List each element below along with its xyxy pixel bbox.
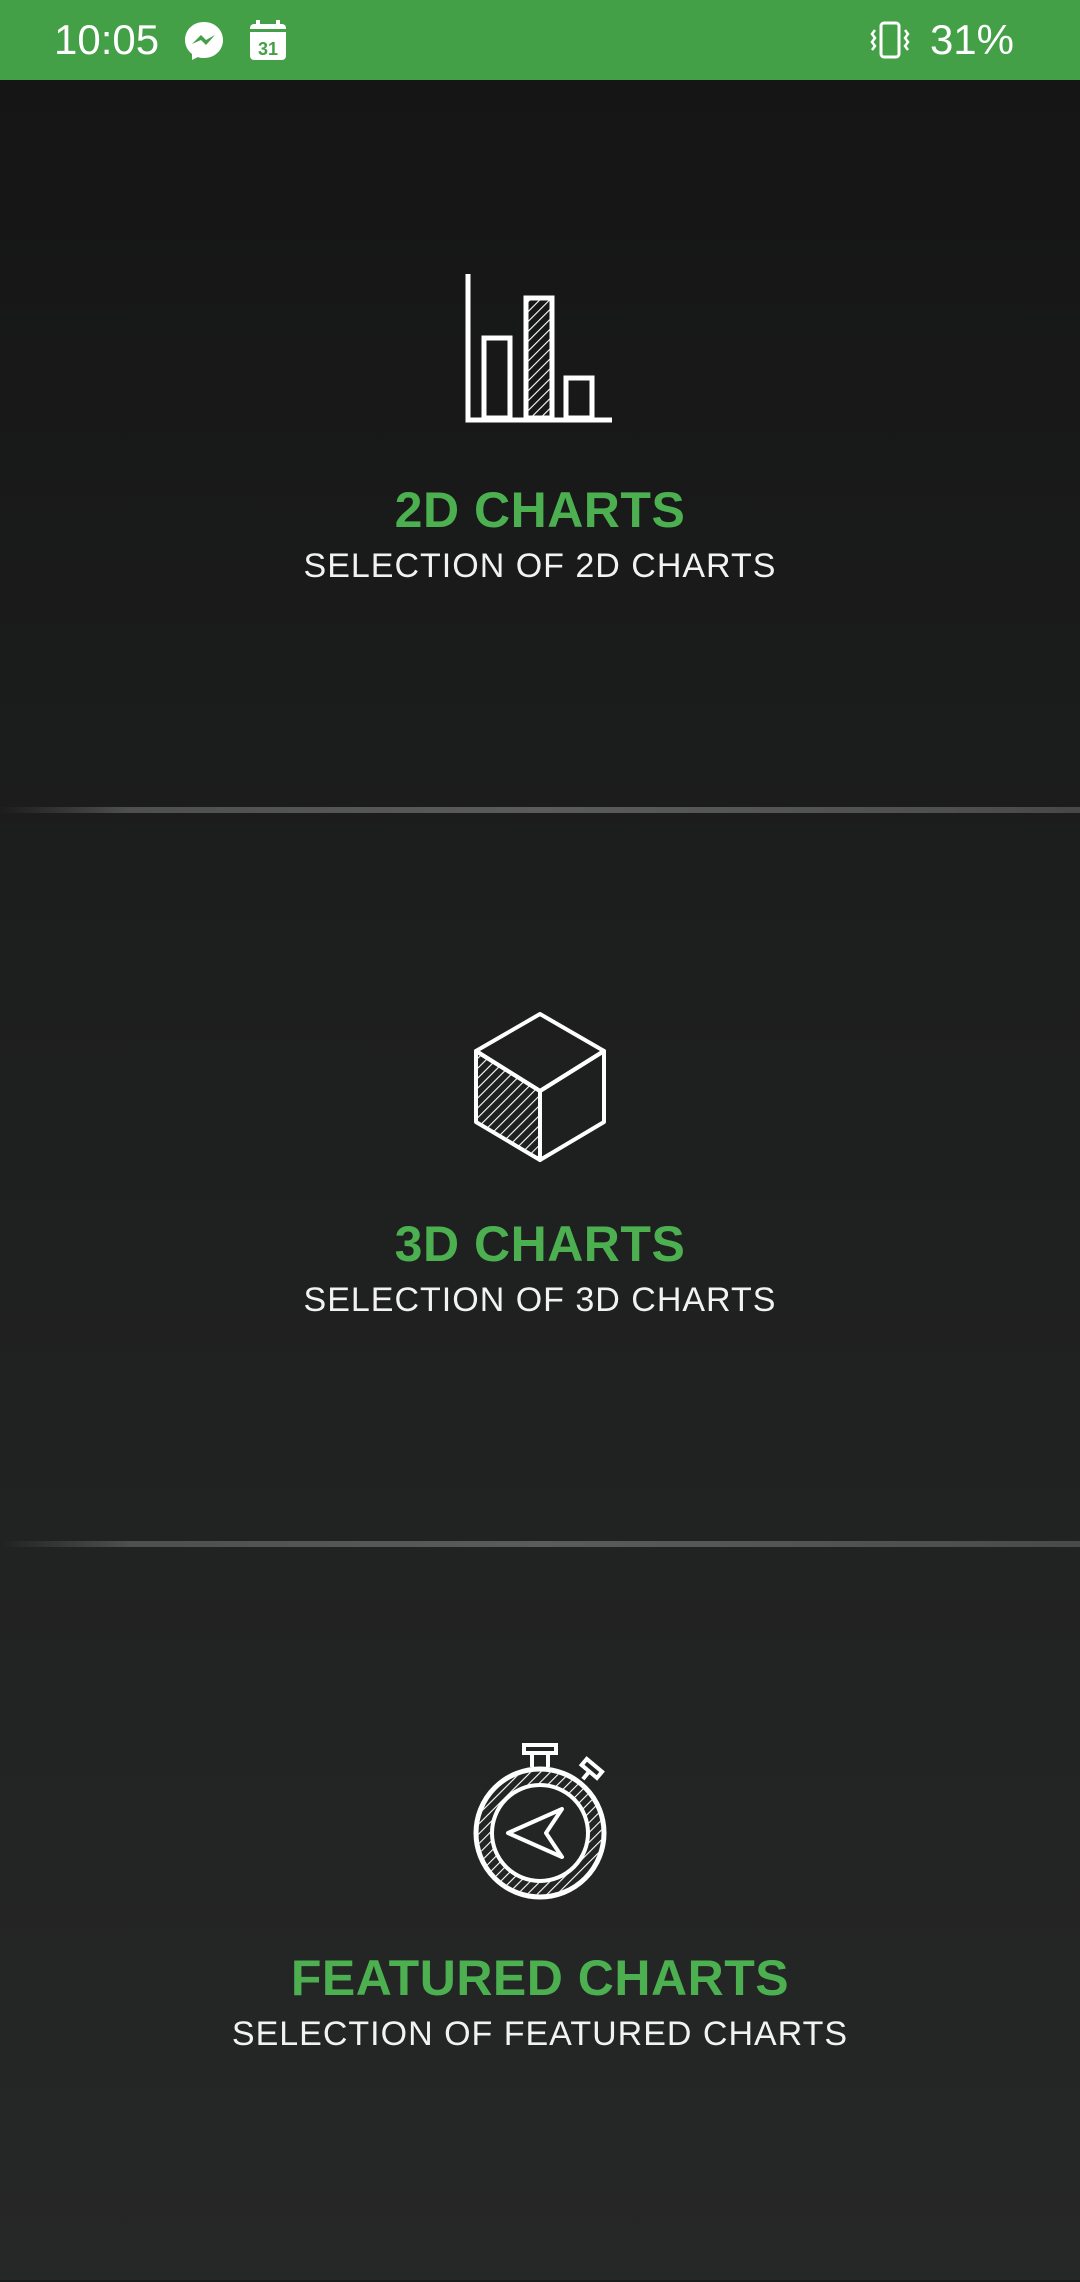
section-divider [0, 1541, 1080, 1547]
calendar-day: 31 [258, 39, 278, 59]
calendar-icon: 31 [250, 20, 286, 60]
section-title: 3D CHARTS [394, 1216, 686, 1272]
section-3d-charts[interactable]: 3D CHARTS SELECTION OF 3D CHARTS [0, 814, 1080, 1548]
section-subtitle: SELECTION OF FEATURED CHARTS [231, 2015, 849, 2053]
cube-icon [474, 1012, 606, 1162]
messenger-icon [185, 22, 223, 60]
chart-category-list: 2D CHARTS SELECTION OF 2D CHARTS 3D CHAR… [0, 80, 1080, 2280]
section-2d-charts[interactable]: 2D CHARTS SELECTION OF 2D CHARTS [0, 80, 1080, 814]
stopwatch-icon [473, 1743, 607, 1900]
status-time: 10:05 [54, 16, 160, 63]
status-bar: 10:05 31 31% [0, 0, 1080, 80]
section-divider [0, 807, 1080, 813]
section-title: 2D CHARTS [394, 482, 686, 538]
battery-percentage: 31% [929, 16, 1014, 63]
section-subtitle: SELECTION OF 3D CHARTS [303, 1281, 777, 1319]
vibrate-icon [870, 21, 910, 59]
section-subtitle: SELECTION OF 2D CHARTS [303, 547, 777, 585]
section-featured-charts[interactable]: FEATURED CHARTS SELECTION OF FEATURED CH… [0, 1548, 1080, 2282]
bar-chart-icon [465, 274, 612, 423]
section-title: FEATURED CHARTS [290, 1950, 790, 2006]
